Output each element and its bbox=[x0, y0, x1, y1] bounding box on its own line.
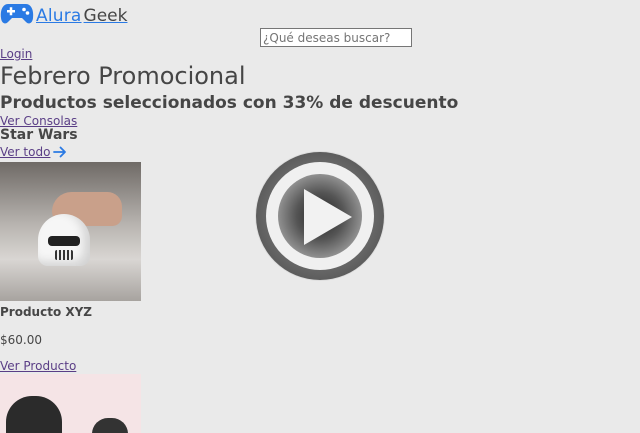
product-name: Producto XYZ bbox=[0, 305, 93, 319]
play-icon bbox=[304, 189, 352, 245]
see-all-link[interactable]: Ver todo bbox=[0, 145, 67, 159]
hero-title: Febrero Promocional bbox=[0, 62, 246, 90]
figure-shape-small bbox=[92, 418, 128, 433]
play-button[interactable] bbox=[256, 152, 384, 280]
gamepad-icon bbox=[0, 2, 34, 26]
page: Alura Geek Login Febrero Promocional Pro… bbox=[0, 0, 640, 433]
search-input[interactable] bbox=[260, 28, 412, 47]
product-image-2[interactable] bbox=[0, 374, 141, 433]
category-title: Star Wars bbox=[0, 127, 78, 143]
logo-alura-text: Alura bbox=[36, 6, 82, 26]
see-all-label: Ver todo bbox=[0, 145, 51, 159]
mouth-shape bbox=[55, 250, 73, 260]
see-consoles-link[interactable]: Ver Consolas bbox=[0, 114, 77, 128]
logo-geek-text: Geek bbox=[83, 6, 128, 26]
visor-shape bbox=[48, 236, 80, 246]
figure-shape bbox=[6, 396, 62, 433]
product-image[interactable] bbox=[0, 162, 141, 301]
arrow-right-icon bbox=[53, 146, 67, 158]
login-link[interactable]: Login bbox=[0, 47, 32, 61]
logo-link[interactable]: Alura Geek bbox=[0, 2, 127, 26]
product-price: $60.00 bbox=[0, 333, 42, 347]
hero-subtitle: Productos seleccionados con 33% de descu… bbox=[0, 93, 459, 113]
view-product-link[interactable]: Ver Producto bbox=[0, 359, 76, 373]
